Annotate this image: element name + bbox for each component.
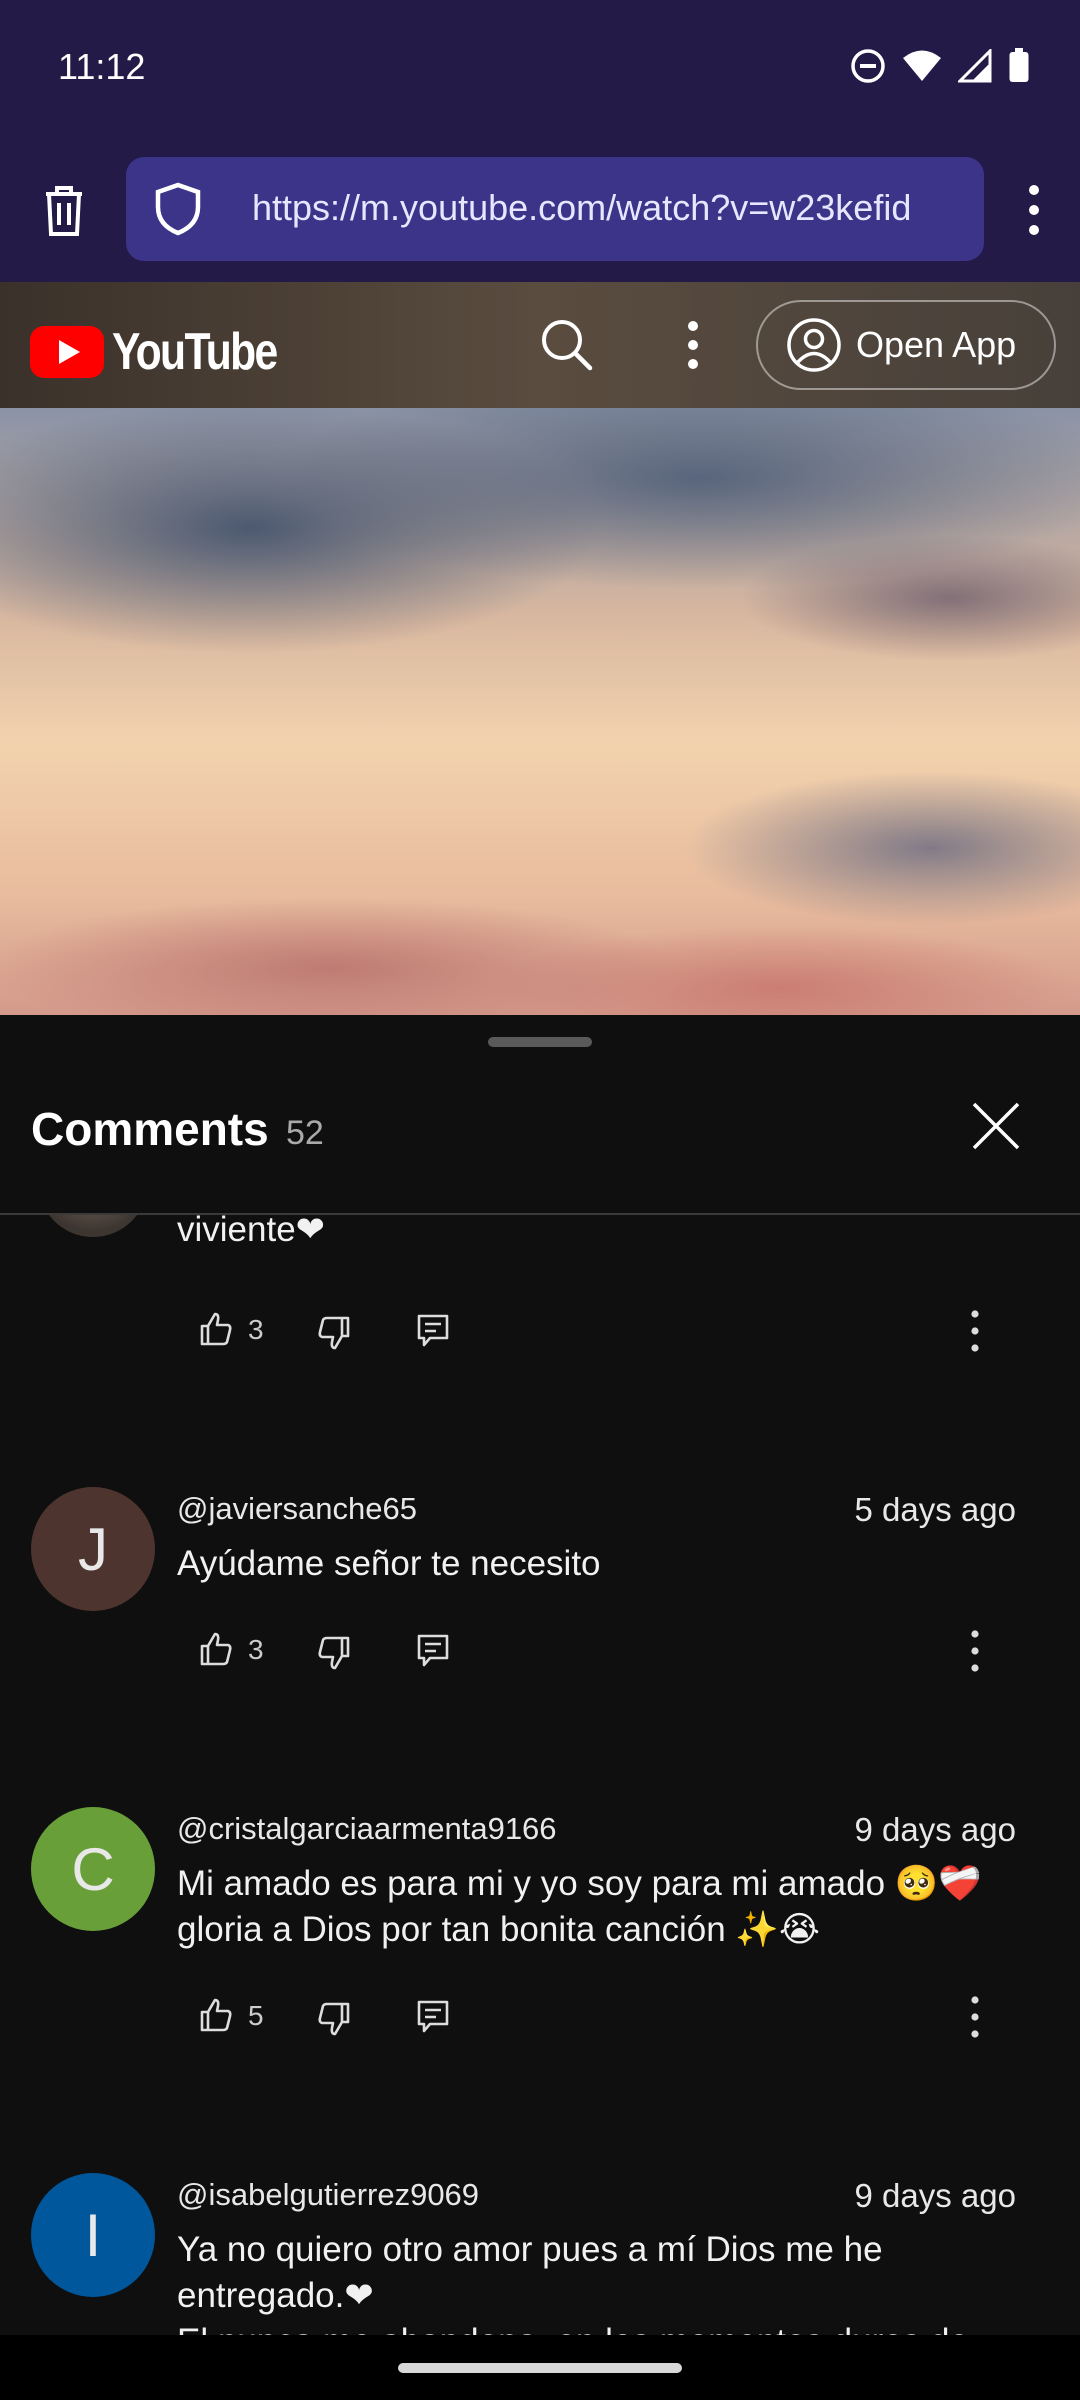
comment-author[interactable]: @isabelgutierrez9069 bbox=[177, 2177, 479, 2213]
status-time: 11:12 bbox=[58, 46, 146, 87]
reply-icon[interactable] bbox=[416, 1633, 450, 1669]
comment-text-line: gloria a Dios por tan bonita canción ✨😭 bbox=[177, 1910, 820, 1949]
like-icon[interactable] bbox=[198, 1997, 234, 2033]
dislike-icon[interactable] bbox=[316, 1635, 352, 1671]
account-icon bbox=[787, 318, 841, 372]
comment-author[interactable]: @javiersanche65 bbox=[177, 1491, 417, 1527]
url-bar[interactable]: https://m.youtube.com/watch?v=w23kefid bbox=[126, 157, 984, 261]
comment-avatar[interactable]: J bbox=[31, 1487, 155, 1611]
status-icons bbox=[850, 48, 1030, 84]
comment-text-line: Mi amado es para mi y yo soy para mi ama… bbox=[177, 1864, 982, 1903]
open-app-label: Open App bbox=[856, 324, 1017, 365]
cellular-signal-icon bbox=[958, 49, 992, 83]
shield-icon[interactable] bbox=[152, 181, 204, 237]
open-app-button[interactable]: Open App bbox=[756, 300, 1056, 390]
sheet-drag-handle[interactable] bbox=[488, 1037, 592, 1047]
comment-text-line: El nunca me abandona, en los momentos du… bbox=[177, 2319, 1017, 2335]
comment-time: 5 days ago bbox=[854, 1491, 1016, 1528]
comments-header-divider bbox=[0, 1213, 1080, 1215]
like-icon[interactable] bbox=[198, 1631, 234, 1667]
like-count: 3 bbox=[248, 1314, 264, 1345]
do-not-disturb-icon bbox=[851, 49, 885, 83]
url-text: https://m.youtube.com/watch?v=w23kefid bbox=[252, 187, 912, 228]
comment-avatar[interactable] bbox=[38, 1215, 148, 1237]
reply-icon[interactable] bbox=[416, 1313, 450, 1349]
comments-title: Comments bbox=[31, 1103, 269, 1155]
like-icon[interactable] bbox=[198, 1311, 234, 1347]
delete-tab-icon[interactable] bbox=[32, 178, 96, 242]
youtube-logo[interactable]: YouTube bbox=[30, 322, 313, 382]
comments-count: 52 bbox=[286, 1114, 324, 1152]
dislike-icon[interactable] bbox=[316, 2001, 352, 2037]
reply-icon[interactable] bbox=[416, 1999, 450, 2035]
like-count: 3 bbox=[248, 1634, 264, 1665]
youtube-logo-text: YouTube bbox=[112, 323, 278, 381]
like-count: 5 bbox=[248, 2000, 264, 2031]
battery-icon bbox=[1009, 48, 1029, 82]
video-player[interactable] bbox=[0, 408, 1080, 1015]
comment-time: 9 days ago bbox=[854, 1811, 1016, 1848]
comment-menu-icon[interactable] bbox=[962, 1308, 988, 1354]
home-gesture-handle[interactable] bbox=[398, 2363, 682, 2373]
close-icon[interactable] bbox=[970, 1100, 1022, 1152]
comment-avatar[interactable]: I bbox=[31, 2173, 155, 2297]
browser-menu-icon[interactable] bbox=[1016, 180, 1052, 240]
search-icon[interactable] bbox=[538, 316, 596, 374]
more-options-icon[interactable] bbox=[676, 316, 710, 374]
comment-text: Ayúdame señor te necesito bbox=[177, 1544, 601, 1583]
comment-time: 9 days ago bbox=[854, 2177, 1016, 2214]
comment-menu-icon[interactable] bbox=[962, 1628, 988, 1674]
comment-author[interactable]: @cristalgarciaarmenta9166 bbox=[177, 1811, 557, 1847]
comment-text: viviente❤ bbox=[177, 1215, 325, 1249]
youtube-play-logo-icon bbox=[30, 326, 104, 378]
comment-avatar[interactable]: C bbox=[31, 1807, 155, 1931]
comments-list: viviente❤ 3 J @javiersanche65 5 days ago… bbox=[0, 1215, 1080, 2335]
comment-text-line: Ya no quiero otro amor pues a mí Dios me… bbox=[177, 2230, 883, 2269]
comment-text-line: entregado.❤ bbox=[177, 2276, 374, 2315]
wifi-icon bbox=[903, 50, 941, 81]
comment-menu-icon[interactable] bbox=[962, 1994, 988, 2040]
dislike-icon[interactable] bbox=[316, 1315, 352, 1351]
